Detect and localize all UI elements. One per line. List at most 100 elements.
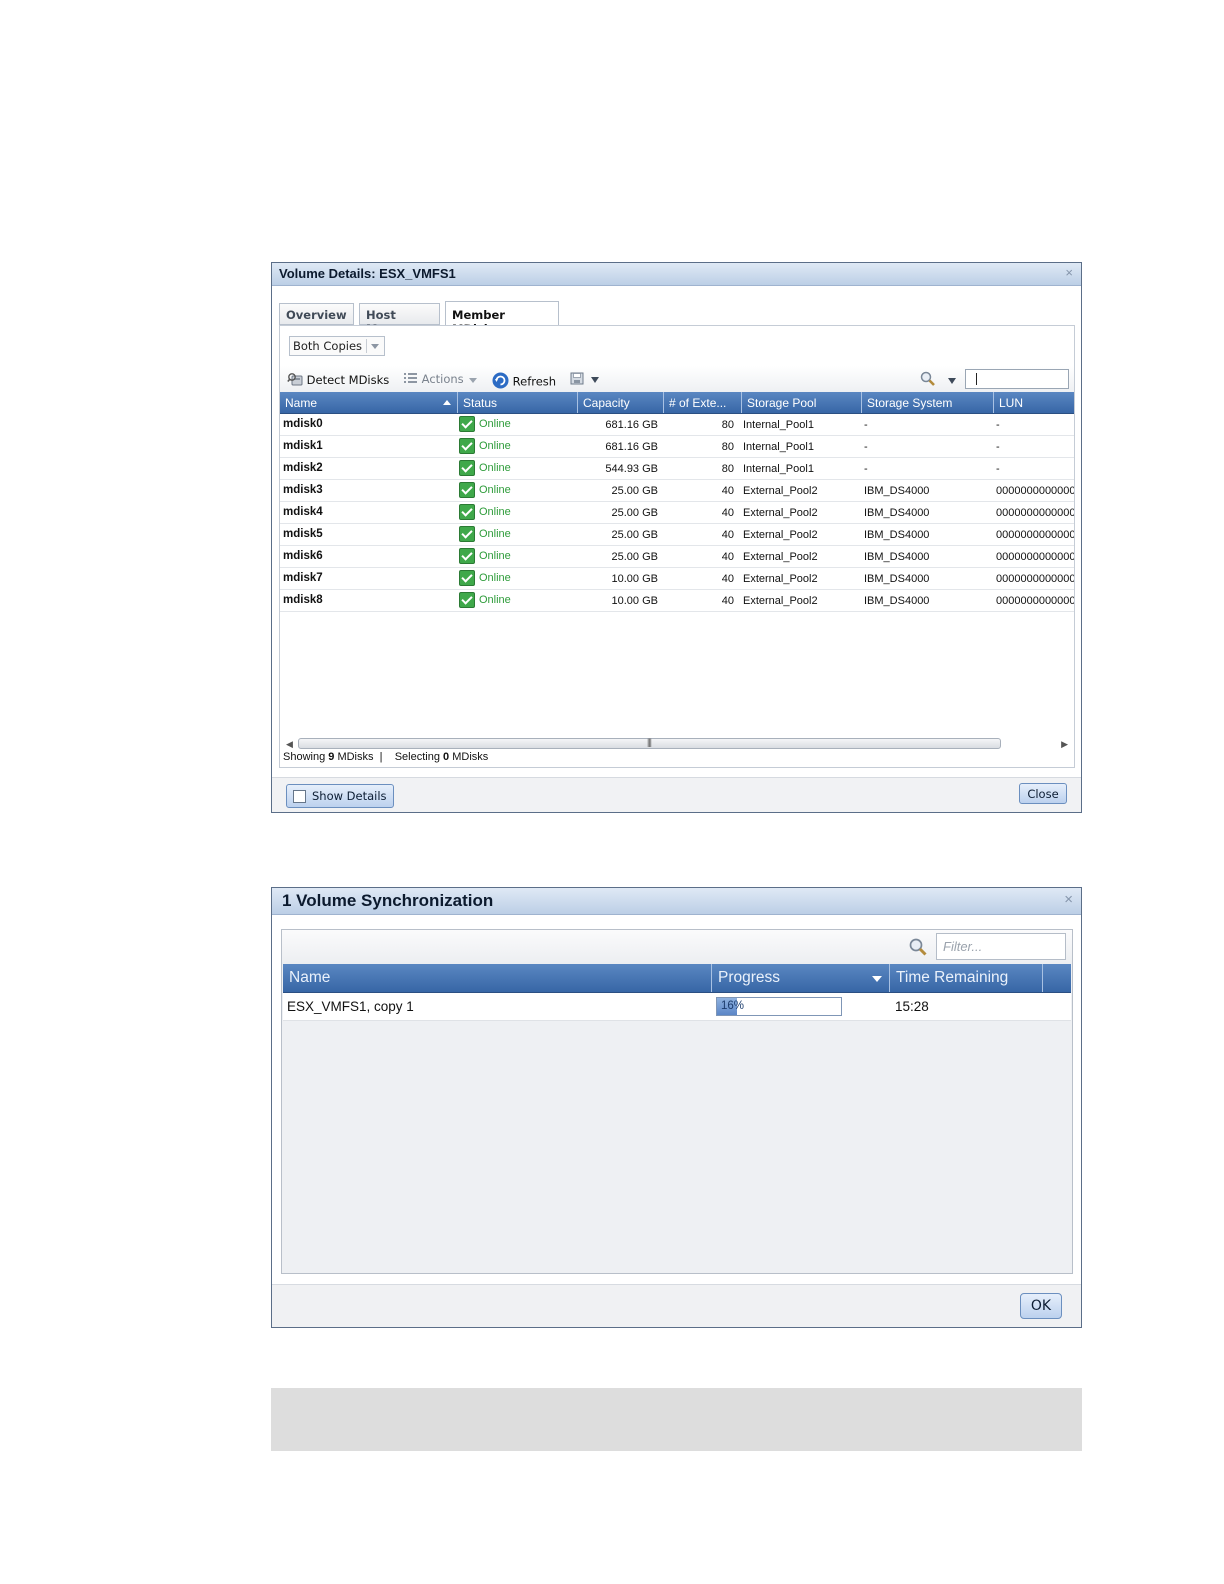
mdisk-name: mdisk3 bbox=[283, 484, 323, 496]
storage-system-cell: - bbox=[864, 463, 868, 475]
save-icon bbox=[570, 372, 584, 388]
actions-label: Actions bbox=[421, 372, 464, 386]
table-row[interactable]: mdisk1 Online 681.16 GB 80 Internal_Pool1 - - bbox=[280, 436, 1074, 458]
table-row[interactable]: mdisk3 Online 25.00 GB 40 External_Pool2 IBM_… bbox=[280, 480, 1074, 502]
search-input[interactable] bbox=[965, 369, 1069, 389]
lun-cell: - bbox=[996, 419, 1000, 431]
volume-details-dialog: Volume Details: ESX_VMFS1 × Overview Hos… bbox=[271, 262, 1082, 813]
time-remaining: 15:28 bbox=[895, 999, 929, 1014]
copy-selector-dropdown[interactable]: Both Copies bbox=[289, 336, 386, 356]
text-cursor bbox=[976, 373, 977, 385]
status-text: Online bbox=[479, 483, 511, 496]
column-header-extents[interactable]: # of Exte... bbox=[664, 392, 742, 413]
show-details-label: Show Details bbox=[312, 789, 387, 803]
filter-input[interactable]: Filter... bbox=[936, 933, 1066, 960]
capacity-cell: 25.00 GB bbox=[611, 551, 658, 563]
lun-cell: 0000000000000 bbox=[996, 507, 1074, 519]
sort-ascending-icon bbox=[443, 400, 451, 405]
refresh-icon bbox=[492, 372, 509, 392]
extents-cell: 40 bbox=[721, 485, 734, 497]
column-header-time-remaining[interactable]: Time Remaining bbox=[890, 964, 1043, 992]
extents-cell: 40 bbox=[721, 551, 734, 563]
close-icon[interactable]: × bbox=[1065, 265, 1073, 280]
storage-pool-cell: External_Pool2 bbox=[743, 573, 818, 585]
table-row[interactable]: mdisk7 Online 10.00 GB 40 External_Pool2 IBM_… bbox=[280, 568, 1074, 590]
refresh-label: Refresh bbox=[512, 374, 557, 389]
table-row[interactable]: ESX_VMFS1, copy 1 16% 15:28 bbox=[283, 993, 1071, 1021]
storage-system-cell: IBM_DS4000 bbox=[864, 595, 930, 607]
table-row[interactable]: mdisk0 Online 681.16 GB 80 Internal_Pool1 - - bbox=[280, 414, 1074, 436]
column-header-storage-system[interactable]: Storage System bbox=[862, 392, 994, 413]
sync-volume-name: ESX_VMFS1, copy 1 bbox=[287, 999, 414, 1014]
extents-cell: 80 bbox=[721, 463, 734, 475]
chevron-down-icon bbox=[467, 373, 479, 387]
column-label: Name bbox=[285, 396, 318, 410]
table-row[interactable]: mdisk6 Online 25.00 GB 40 External_Pool2 IBM_… bbox=[280, 546, 1074, 568]
column-header-name[interactable]: Name bbox=[280, 392, 458, 413]
show-details-button[interactable]: Show Details bbox=[286, 784, 394, 808]
selecting-count: 0 bbox=[443, 751, 450, 763]
volume-sync-dialog: 1 Volume Synchronization × Filter... Nam… bbox=[271, 887, 1082, 1328]
table-status-bar: Showing 9 MDisks | Selecting 0 MDisks bbox=[283, 751, 489, 763]
status-text: Online bbox=[479, 593, 511, 606]
storage-system-cell: IBM_DS4000 bbox=[864, 485, 930, 497]
column-header-lun[interactable]: LUN bbox=[994, 392, 1074, 413]
column-header-storage-pool[interactable]: Storage Pool bbox=[742, 392, 862, 413]
search-menu-button[interactable] bbox=[920, 371, 958, 390]
column-header-status[interactable]: Status bbox=[458, 392, 578, 413]
dialog-footer: OK bbox=[272, 1284, 1081, 1327]
table-empty-area bbox=[283, 1021, 1071, 1272]
actions-menu-button[interactable]: Actions bbox=[404, 372, 479, 387]
progress-bar: 16% bbox=[716, 997, 842, 1016]
table-row[interactable]: mdisk5 Online 25.00 GB 40 External_Pool2 IBM_… bbox=[280, 524, 1074, 546]
table-row[interactable]: mdisk2 Online 544.93 GB 80 Internal_Pool1 - - bbox=[280, 458, 1074, 480]
column-header-capacity[interactable]: Capacity bbox=[578, 392, 664, 413]
mdisk-name: mdisk7 bbox=[283, 572, 323, 584]
storage-system-cell: IBM_DS4000 bbox=[864, 573, 930, 585]
status-text: Online bbox=[479, 439, 511, 452]
lun-cell: 0000000000000 bbox=[996, 529, 1074, 541]
column-header-progress[interactable]: Progress bbox=[712, 964, 890, 992]
horizontal-scrollbar[interactable]: ◀ ||| ▶ bbox=[282, 736, 1072, 752]
scrollbar-thumb[interactable]: ||| bbox=[298, 737, 1001, 749]
detect-mdisks-button[interactable]: Detect MDisks bbox=[287, 372, 389, 389]
status-text: Online bbox=[479, 505, 511, 518]
status-text: Online bbox=[479, 571, 511, 584]
close-icon[interactable]: × bbox=[1064, 891, 1073, 908]
online-check-icon bbox=[459, 438, 475, 454]
tab-host-maps[interactable]: Host Maps bbox=[359, 303, 440, 336]
table-row[interactable]: mdisk4 Online 25.00 GB 40 External_Pool2 IBM_… bbox=[280, 502, 1074, 524]
list-icon bbox=[404, 372, 418, 387]
status-text: Online bbox=[479, 417, 511, 430]
close-button[interactable]: Close bbox=[1019, 783, 1067, 804]
refresh-button[interactable]: Refresh bbox=[492, 372, 556, 392]
checkbox-icon[interactable] bbox=[293, 790, 306, 803]
detect-mdisks-icon bbox=[287, 372, 303, 389]
capacity-cell: 10.00 GB bbox=[611, 573, 658, 585]
ok-button[interactable]: OK bbox=[1020, 1293, 1062, 1319]
dialog-titlebar: 1 Volume Synchronization × bbox=[272, 888, 1081, 915]
storage-pool-cell: External_Pool2 bbox=[743, 507, 818, 519]
storage-pool-cell: External_Pool2 bbox=[743, 595, 818, 607]
export-button[interactable] bbox=[570, 372, 602, 388]
status-cell: Online bbox=[459, 438, 511, 454]
tab-member-mdisks[interactable]: Member MDisks bbox=[445, 301, 559, 336]
tab-overview[interactable]: Overview bbox=[279, 303, 354, 325]
status-text: Online bbox=[479, 461, 511, 474]
capacity-cell: 25.00 GB bbox=[611, 507, 658, 519]
online-check-icon bbox=[459, 460, 475, 476]
capacity-cell: 681.16 GB bbox=[605, 441, 658, 453]
table-row[interactable]: mdisk8 Online 10.00 GB 40 External_Pool2 IBM_… bbox=[280, 590, 1074, 612]
table-header: Name Status Capacity # of Exte... Storag… bbox=[280, 392, 1074, 414]
mdisk-name: mdisk0 bbox=[283, 418, 323, 430]
column-header-name[interactable]: Name bbox=[283, 964, 712, 992]
search-icon bbox=[920, 371, 936, 390]
scroll-left-icon[interactable]: ◀ bbox=[286, 739, 293, 750]
sync-panel: Filter... Name Progress Time Remaining E… bbox=[281, 929, 1073, 1274]
storage-system-cell: - bbox=[864, 419, 868, 431]
scroll-right-icon[interactable]: ▶ bbox=[1061, 739, 1068, 750]
mdisk-toolbar: Detect MDisks Actions Refresh bbox=[280, 366, 1074, 392]
extents-cell: 40 bbox=[721, 507, 734, 519]
storage-pool-cell: Internal_Pool1 bbox=[743, 441, 814, 453]
lun-cell: 0000000000000 bbox=[996, 551, 1074, 563]
